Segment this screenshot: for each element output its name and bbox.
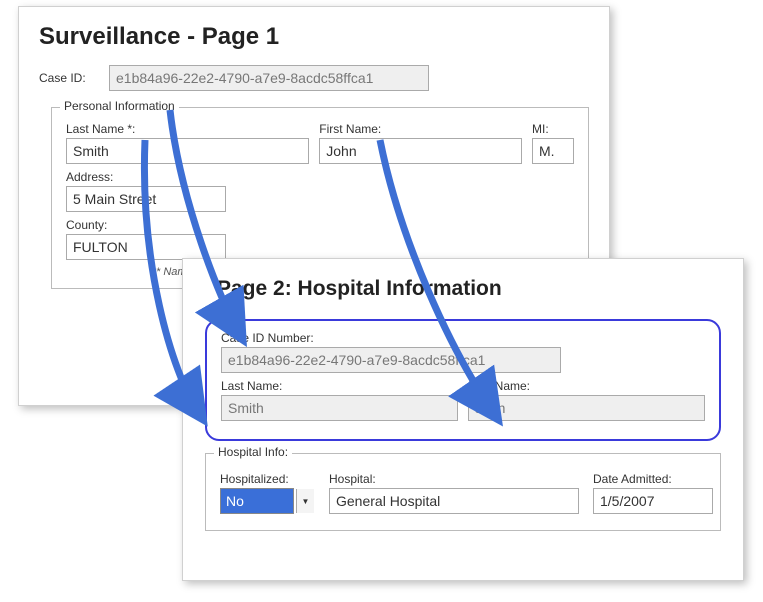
hospitalized-label: Hospitalized: (220, 472, 315, 486)
mirrored-fields-group: Case ID Number: Last Name: First Name: (205, 319, 721, 441)
case-id-input (109, 65, 429, 91)
address-input[interactable] (66, 186, 226, 212)
mirror-last-name-label: Last Name: (221, 379, 458, 393)
page2-panel: Page 2: Hospital Information Case ID Num… (182, 258, 744, 581)
mi-input[interactable] (532, 138, 574, 164)
first-name-input[interactable] (319, 138, 522, 164)
page2-title: Page 2: Hospital Information (217, 277, 723, 301)
last-name-label: Last Name *: (66, 122, 309, 136)
date-admitted-input[interactable] (593, 488, 713, 514)
hospital-label: Hospital: (329, 472, 579, 486)
county-input[interactable] (66, 234, 226, 260)
hospital-input[interactable] (329, 488, 579, 514)
county-label: County: (66, 218, 226, 232)
address-label: Address: (66, 170, 226, 184)
date-admitted-label: Date Admitted: (593, 472, 713, 486)
mirror-case-id-input (221, 347, 561, 373)
case-id-label: Case ID: (39, 71, 109, 85)
mirror-case-id-label: Case ID Number: (221, 331, 705, 345)
hospitalized-value[interactable] (220, 488, 294, 514)
page1-title: Surveillance - Page 1 (39, 23, 589, 51)
mirror-last-name-input (221, 395, 458, 421)
mi-label: MI: (532, 122, 574, 136)
hospital-info-legend: Hospital Info: (214, 445, 292, 459)
hospital-info-group: Hospital Info: Hospitalized: ▼ Hospital:… (205, 453, 721, 531)
hospitalized-combo[interactable]: ▼ (220, 488, 315, 514)
mirror-first-name-input (468, 395, 705, 421)
case-id-row: Case ID: (39, 65, 589, 91)
first-name-label: First Name: (319, 122, 522, 136)
chevron-down-icon[interactable]: ▼ (296, 489, 314, 513)
mirror-first-name-label: First Name: (468, 379, 705, 393)
personal-info-legend: Personal Information (60, 99, 179, 113)
last-name-input[interactable] (66, 138, 309, 164)
